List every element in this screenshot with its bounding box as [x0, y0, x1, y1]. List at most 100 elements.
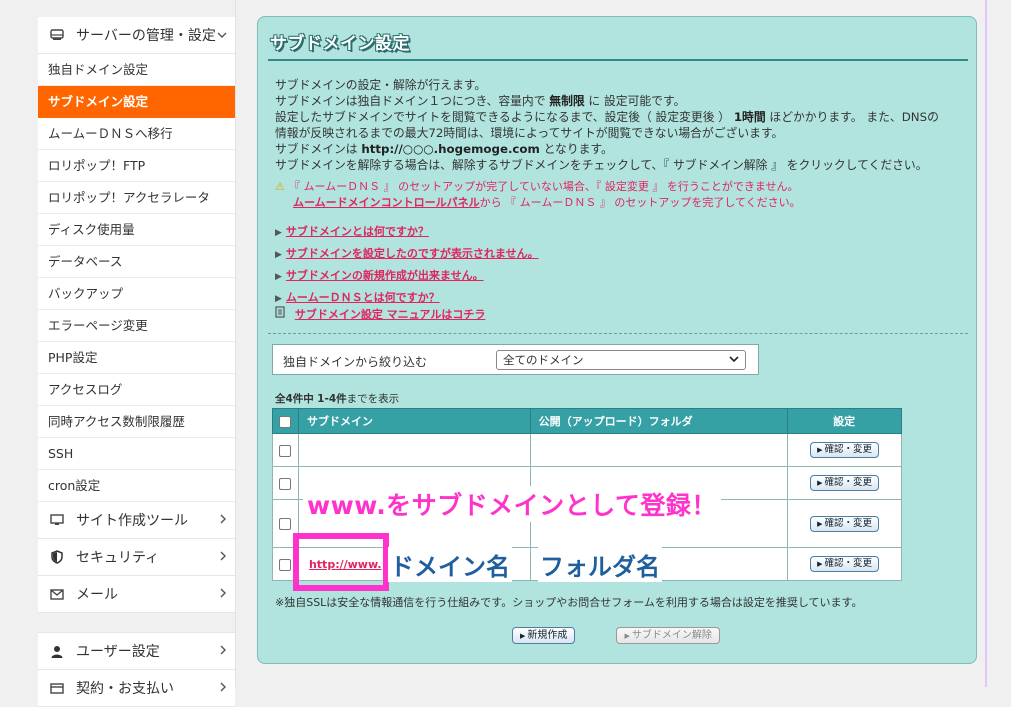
subdomain-cell — [297, 433, 531, 467]
page-title: サブドメイン設定 — [270, 34, 410, 54]
monitor-icon — [48, 512, 66, 528]
desc-line: サブドメインは http://○○○.hogemoge.com となります。 — [275, 141, 975, 157]
chevron-right-icon — [219, 681, 227, 695]
sidebar-item-disk-usage[interactable]: ディスク使用量 — [38, 214, 235, 246]
arrow-right-icon: ▶ — [817, 446, 823, 454]
sidebar-item-error-page[interactable]: エラーページ変更 — [38, 310, 235, 342]
sidebar-item-backup[interactable]: バックアップ — [38, 278, 235, 310]
col-subdomain: サブドメイン — [297, 408, 531, 434]
row-check-cell — [272, 466, 299, 500]
desc-line: 設定したサブドメインでサイトを閲覧できるようになるまで、設定後（ 設定変更後 ）… — [275, 109, 975, 125]
document-icon — [275, 306, 289, 321]
row-checkbox[interactable] — [279, 444, 292, 457]
arrow-right-icon: ▶ — [275, 294, 282, 304]
desc-text: サブドメインは — [275, 142, 358, 156]
folder-cell — [529, 433, 789, 467]
setting-cell: ▶ 確認・変更 — [787, 466, 902, 500]
button-label: 確認・変更 — [824, 477, 873, 488]
domain-filter-select[interactable]: 全てのドメイン — [496, 350, 746, 370]
faq-link[interactable]: ▶ サブドメインの新規作成が出来ません。 — [275, 265, 539, 287]
desc-text: 設定したサブドメインでサイトを閲覧できるようになるまで、設定後（ 設定変更後 ） — [275, 110, 731, 124]
row-check-cell — [272, 433, 299, 467]
sidebar-item-database[interactable]: データベース — [38, 246, 235, 278]
warning-notice: ⚠ 『 ムームーＤＮＳ 』 のセットアップが完了していない場合、『 設定変更 』 … — [275, 179, 801, 211]
chevron-right-icon — [219, 550, 227, 564]
chevron-down-icon — [217, 28, 227, 42]
sidebar-section-label: メール — [76, 587, 118, 603]
desc-bold: http://○○○.hogemoge.com — [361, 142, 540, 156]
remove-subdomain-button[interactable]: ▶ サブドメイン解除 — [616, 627, 720, 644]
sidebar-item-custom-domain[interactable]: 独自ドメイン設定 — [38, 54, 235, 86]
desc-text: ほどかかります。 また、DNSの — [769, 110, 939, 124]
sidebar-item-concurrent-access[interactable]: 同時アクセス数制限履歴 — [38, 406, 235, 438]
col-folder: 公開（アップロード）フォルダ — [529, 408, 789, 434]
result-count: 全4件中 1-4件までを表示 — [275, 391, 399, 406]
confirm-change-button[interactable]: ▶ 確認・変更 — [810, 442, 880, 458]
count-total: 全4件中 — [275, 393, 314, 405]
sidebar: サーバーの管理・設定 独自ドメイン設定 サブドメイン設定 ムームーＤＮＳへ移行 … — [38, 0, 236, 707]
ssl-note: ※独自SSLは安全な情報通信を行う仕組みです。ショップやお問合せフォームを利用す… — [275, 596, 863, 609]
desc-bold: 1時間 — [733, 110, 766, 124]
sidebar-section-user-settings[interactable]: ユーザー設定 — [38, 633, 235, 670]
button-label: 確認・変更 — [824, 444, 873, 455]
sidebar-top-gap — [38, 0, 235, 17]
faq-link[interactable]: ▶ サブドメインとは何ですか？ — [275, 221, 539, 243]
arrow-right-icon: ▶ — [817, 519, 823, 528]
warning-text: から 『 ムームーＤＮＳ 』 のセットアップを完了してください。 — [479, 196, 801, 209]
server-icon — [48, 27, 66, 43]
row-checkbox[interactable] — [279, 477, 292, 490]
faq-list: ▶ サブドメインとは何ですか？ ▶ サブドメインを設定したのですが表示されません。 … — [275, 221, 539, 309]
sidebar-section-label: サイト作成ツール — [76, 513, 188, 529]
chevron-down-icon — [729, 355, 739, 366]
sidebar-section-mail[interactable]: メール — [38, 576, 235, 613]
sidebar-gap — [38, 613, 235, 633]
contract-icon — [48, 680, 66, 696]
button-label: 新規作成 — [527, 630, 568, 641]
setting-cell: ▶ 確認・変更 — [787, 547, 902, 581]
button-label: 確認・変更 — [824, 558, 873, 569]
sidebar-section-label: ユーザー設定 — [76, 644, 160, 660]
confirm-change-button[interactable]: ▶ 確認・変更 — [810, 515, 880, 532]
sidebar-item-ssh[interactable]: SSH — [38, 438, 235, 470]
action-buttons: ▶ 新規作成 ▶ サブドメイン解除 — [512, 623, 756, 644]
desc-text: となります。 — [543, 142, 613, 156]
row-checkbox[interactable] — [279, 558, 292, 571]
arrow-right-icon: ▶ — [275, 250, 282, 260]
warning-line: ⚠ 『 ムームーＤＮＳ 』 のセットアップが完了していない場合、『 設定変更 』 … — [275, 179, 801, 195]
mail-icon — [48, 586, 66, 602]
sidebar-item-php[interactable]: PHP設定 — [38, 342, 235, 374]
select-all-checkbox[interactable] — [279, 415, 292, 428]
muumuu-control-panel-link[interactable]: ムームードメインコントロールパネル — [293, 196, 480, 209]
user-icon — [48, 643, 66, 659]
row-checkbox[interactable] — [279, 518, 292, 530]
sidebar-section-label: セキュリティ — [76, 550, 160, 566]
domain-filter: 独自ドメインから絞り込む 全てのドメイン — [272, 344, 759, 375]
sidebar-section-security[interactable]: セキュリティ — [38, 539, 235, 576]
arrow-right-icon: ▶ — [817, 560, 823, 568]
faq-link[interactable]: ▶ サブドメインを設定したのですが表示されません。 — [275, 243, 539, 265]
sidebar-item-accelerator[interactable]: ロリポップ！アクセラレータ — [38, 182, 235, 214]
annotation-domain-label: ドメイン名 — [388, 547, 512, 582]
manual-link-text: サブドメイン設定 マニュアルはコチラ — [294, 308, 486, 321]
sidebar-section-server[interactable]: サーバーの管理・設定 — [38, 17, 235, 54]
chevron-right-icon — [219, 644, 227, 658]
arrow-right-icon: ▶ — [275, 228, 282, 238]
arrow-right-icon: ▶ — [624, 632, 630, 640]
sidebar-item-access-log[interactable]: アクセスログ — [38, 374, 235, 406]
confirm-change-button[interactable]: ▶ 確認・変更 — [810, 475, 880, 491]
desc-line: 情報が反映されるまでの最大72時間は、環境によってサイトが閲覧できない場合がござ… — [275, 126, 784, 140]
warning-line: ムームードメインコントロールパネルから 『 ムームーＤＮＳ 』 のセットアップを… — [275, 195, 801, 211]
sidebar-item-ftp[interactable]: ロリポップ！FTP — [38, 150, 235, 182]
sidebar-item-cron[interactable]: cron設定 — [38, 470, 235, 502]
sidebar-section-label: 契約・お支払い — [76, 681, 174, 697]
desc-text: サブドメインは独自ドメイン１つにつき、容量内で — [275, 94, 546, 108]
description: サブドメインの設定・解除が行えます。 サブドメインは独自ドメイン１つにつき、容量… — [275, 77, 975, 173]
new-subdomain-button[interactable]: ▶ 新規作成 — [512, 627, 576, 644]
sidebar-item-subdomain[interactable]: サブドメイン設定 — [38, 86, 235, 118]
sidebar-item-muumuu-dns[interactable]: ムームーＤＮＳへ移行 — [38, 118, 235, 150]
sidebar-section-contract[interactable]: 契約・お支払い — [38, 670, 235, 707]
confirm-change-button[interactable]: ▶ 確認・変更 — [810, 556, 880, 572]
manual-link[interactable]: サブドメイン設定 マニュアルはコチラ — [275, 306, 485, 322]
sidebar-section-site-tools[interactable]: サイト作成ツール — [38, 502, 235, 539]
setting-cell: ▶ 確認・変更 — [787, 433, 902, 467]
